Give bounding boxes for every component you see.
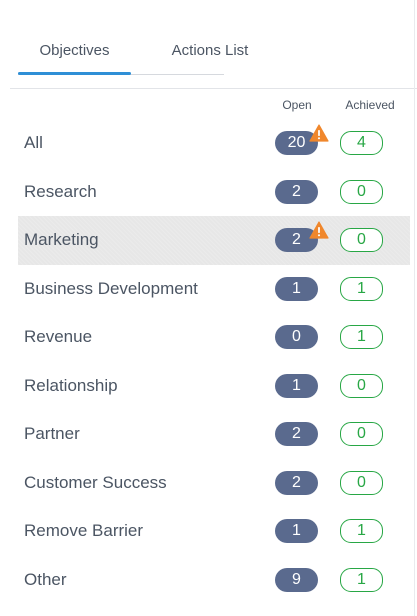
objective-row-label: Partner [24, 424, 80, 444]
objective-row-label: Marketing [24, 230, 99, 250]
objective-row[interactable]: Revenue 0 1 [18, 313, 410, 362]
open-count-badge[interactable]: 1 [275, 373, 318, 398]
open-count-badge[interactable]: 1 [275, 519, 318, 544]
tab-objectives[interactable]: Objectives [18, 30, 131, 70]
objectives-list: All 20 4 Research 2 0 Marketing 2 0 Business Deve… [18, 119, 410, 604]
achieved-count-badge[interactable]: 1 [340, 519, 383, 544]
objective-row-label: Remove Barrier [24, 521, 144, 541]
achieved-count-badge[interactable]: 0 [340, 179, 383, 204]
objective-row-label: Customer Success [24, 472, 167, 492]
achieved-count-badge[interactable]: 4 [340, 131, 383, 156]
achieved-count-badge[interactable]: 0 [340, 422, 383, 447]
active-tab-indicator [18, 72, 131, 75]
achieved-count-badge[interactable]: 1 [340, 567, 383, 592]
objective-row[interactable]: Research 2 0 [18, 168, 410, 217]
tab-actions-list[interactable]: Actions List [165, 30, 255, 70]
objective-row-label: Revenue [24, 327, 93, 347]
objective-row[interactable]: Partner 2 0 [18, 410, 410, 459]
objective-row-label: Relationship [24, 375, 118, 395]
tab-bar: Objectives Actions List [18, 30, 248, 76]
objective-row-label: Business Development [24, 278, 198, 298]
objective-row[interactable]: Customer Success 2 0 [18, 459, 410, 508]
achieved-count-badge[interactable]: 0 [340, 373, 383, 398]
open-count-badge[interactable]: 9 [275, 567, 318, 592]
achieved-count-badge[interactable]: 0 [340, 228, 383, 253]
achieved-count-badge[interactable]: 1 [340, 325, 383, 350]
achieved-count-badge[interactable]: 1 [340, 276, 383, 301]
open-count-badge[interactable]: 20 [275, 131, 318, 156]
open-count-badge[interactable]: 2 [275, 228, 318, 253]
open-count-badge[interactable]: 1 [275, 276, 318, 301]
panel-top-border [10, 88, 417, 89]
objective-row[interactable]: Business Development 1 1 [18, 265, 410, 314]
objective-row-label: All [24, 133, 43, 153]
open-count-badge[interactable]: 2 [275, 179, 318, 204]
column-header-achieved: Achieved [345, 98, 395, 112]
open-count-badge[interactable]: 2 [275, 422, 318, 447]
achieved-count-badge[interactable]: 0 [340, 470, 383, 495]
open-count-badge[interactable]: 0 [275, 325, 318, 350]
column-header-open: Open [282, 98, 312, 112]
open-count-badge[interactable]: 2 [275, 470, 318, 495]
panel-right-border [414, 0, 415, 616]
objective-row-label: Other [24, 569, 67, 589]
objective-row[interactable]: Remove Barrier 1 1 [18, 507, 410, 556]
objective-row[interactable]: Marketing 2 0 [18, 216, 410, 265]
objective-row[interactable]: All 20 4 [18, 119, 410, 168]
objective-row[interactable]: Relationship 1 0 [18, 362, 410, 411]
objective-row-label: Research [24, 181, 97, 201]
objective-row[interactable]: Other 9 1 [18, 556, 410, 605]
